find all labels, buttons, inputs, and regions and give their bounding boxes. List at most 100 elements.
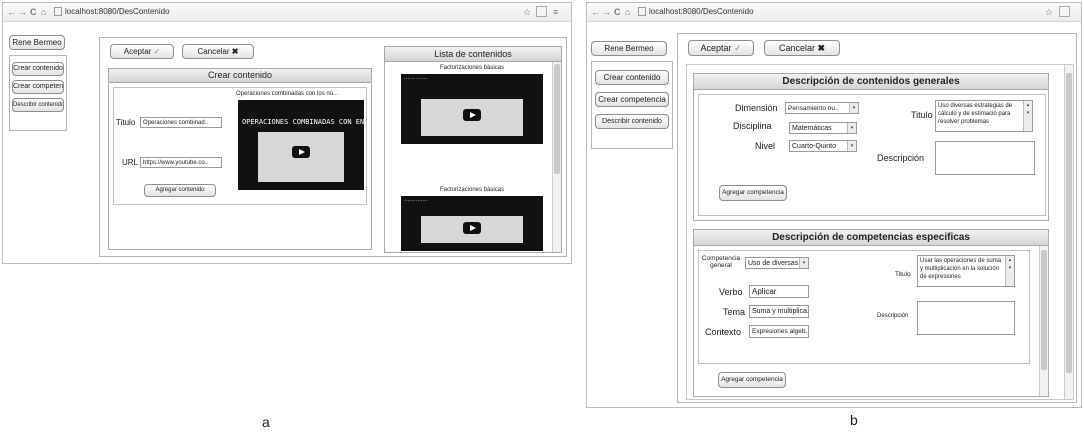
agregar-competencia-button[interactable]: Agregar competencia [719, 185, 787, 201]
disciplina-label: Disciplina [733, 121, 772, 131]
forward-icon[interactable]: → [602, 7, 611, 17]
contexto-field[interactable]: Expresiones algeb.. [749, 325, 809, 338]
video-caption: ·············· [404, 198, 428, 204]
titulo-label: Titulo [911, 110, 933, 120]
verbo-field[interactable]: Aplicar [749, 285, 809, 298]
forward-icon[interactable]: → [18, 7, 27, 17]
preview-title: Operaciones combinadas con los nú... [236, 91, 339, 97]
sidebar-item-crear-competencia[interactable]: Crear competencia [595, 92, 669, 107]
sidebar-item-crear-contenido[interactable]: Crear contenido [12, 62, 64, 76]
item-title: Factorizaciones básicas [439, 65, 505, 71]
titulo-label: Titulo [116, 118, 136, 127]
create-content-card: Crear contenido Titulo Operaciones combi… [108, 68, 372, 250]
nivel-select[interactable]: Cuarto-Quinto ▾ [789, 140, 857, 152]
sidebar-item-crear-contenido[interactable]: Crear contenido [595, 70, 669, 85]
browser-toolbar: ← → C ⌂ localhost:8080/DesContenido ☆ ≡ [3, 3, 571, 22]
extension-icon[interactable] [536, 6, 547, 17]
dimension-label: Dimensión [735, 103, 778, 113]
page-icon [54, 7, 62, 16]
cancel-button[interactable]: Cancelar ✖ [764, 40, 840, 56]
card-header: Crear contenido [109, 69, 371, 83]
bookmark-star-icon[interactable]: ☆ [1045, 7, 1053, 18]
titulo-field[interactable]: Operaciones combinad.. [140, 117, 222, 128]
reload-icon[interactable]: C [30, 7, 37, 17]
back-icon[interactable]: ← [7, 7, 16, 17]
competencies-scrollbar[interactable] [1039, 246, 1048, 396]
form-box: Titulo Operaciones combinad.. URL https:… [113, 87, 367, 205]
sidebar-item-crear-competencia[interactable]: Crear competencia [12, 80, 64, 94]
cancel-label: Cancelar [778, 43, 815, 53]
descripcion-field[interactable] [935, 141, 1035, 175]
video-thumbnail[interactable]: ·············· [401, 74, 543, 144]
user-button[interactable]: Rene Bermeo [591, 41, 667, 56]
sidebar: Crear contenido Crear competencia Descri… [591, 61, 673, 149]
cancel-button[interactable]: Cancelar ✖ [182, 44, 254, 59]
video-thumbnail[interactable]: ·············· [401, 196, 543, 251]
competencia-general-select[interactable]: Uso de diversas.. ▾ [745, 257, 809, 269]
content-list-scrollbar[interactable] [552, 62, 561, 252]
chevron-down-icon[interactable]: ▾ [849, 103, 858, 113]
url-field[interactable]: https://www.youtube.co.. [140, 157, 222, 168]
titulo-value: Uso diversas estrategias de cálculo y de… [938, 103, 1013, 125]
sidebar-item-describir-contenido[interactable]: Describir contenido [595, 114, 669, 129]
page-icon [638, 7, 646, 16]
scrollbar-thumb[interactable] [1066, 73, 1072, 373]
url-bar[interactable]: localhost:8080/DesContenido [649, 7, 754, 16]
browser-toolbar: ← → C ⌂ localhost:8080/DesContenido ☆ [587, 3, 1081, 22]
general-form-box: Dimensión Pensamiento nu.. ▾ Disciplina M… [698, 94, 1046, 216]
content-scrollbar[interactable] [1064, 65, 1073, 399]
accept-button[interactable]: Aceptar ✓ [688, 40, 754, 56]
descripcion-label: Descripción [877, 153, 925, 163]
competencia-general-label: Competencia general [701, 255, 741, 269]
titulo-textarea[interactable]: Uso diversas estrategias de cálculo y de… [935, 100, 1033, 132]
disciplina-value: Matemáticas [792, 125, 832, 132]
close-icon: ✖ [817, 43, 826, 53]
extension-icon[interactable] [1059, 6, 1070, 17]
content-list-card: Lista de contenidos Factorizaciones bási… [384, 46, 562, 253]
home-icon[interactable]: ⌂ [41, 7, 46, 17]
general-description-header: Descripción de contenidos generales [694, 74, 1048, 90]
specific-competencies-card: Descripción de competencias especificas … [693, 229, 1049, 397]
tema-field[interactable]: Suma y multiplica.. [749, 305, 809, 318]
sidebar: Crear contenido Crear competencia Descri… [9, 55, 67, 131]
menu-icon[interactable]: ≡ [553, 7, 558, 17]
home-icon[interactable]: ⌂ [625, 7, 630, 17]
descripcion-field[interactable] [917, 301, 1015, 335]
descripcion-label: Descripción [877, 313, 909, 319]
accept-button[interactable]: Aceptar ✓ [110, 44, 174, 59]
content-list-item-2[interactable]: Factorizaciones básicas ·············· [395, 187, 549, 251]
video-preview[interactable]: OPERACIONES COMBINADAS CON ENTEROS [238, 100, 364, 190]
disciplina-select[interactable]: Matemáticas ▾ [789, 122, 857, 134]
back-icon[interactable]: ← [591, 7, 600, 17]
textarea-scrollbar[interactable]: ▴ ▾ [1005, 256, 1014, 286]
user-button[interactable]: Rene Bermeo [9, 35, 65, 50]
play-icon[interactable] [463, 221, 481, 234]
nivel-label: Nivel [755, 141, 776, 151]
video-caption: ·············· [404, 76, 428, 82]
scrollbar-thumb[interactable] [1041, 250, 1047, 370]
cancel-label: Cancelar [197, 47, 230, 56]
main-area: Aceptar ✓ Cancelar ✖ Descripción de cont… [677, 33, 1077, 403]
reload-icon[interactable]: C [614, 7, 621, 17]
caption-b: b [850, 412, 858, 428]
chevron-down-icon[interactable]: ▾ [847, 123, 856, 133]
sidebar-item-describir-contenido[interactable]: Describir contenido [12, 98, 64, 112]
chevron-down-icon[interactable]: ▾ [799, 258, 808, 268]
main-area: Aceptar ✓ Cancelar ✖ Crear contenido Tit… [99, 37, 567, 257]
play-icon[interactable] [463, 108, 481, 121]
accept-label: Aceptar [700, 43, 732, 53]
dimension-select[interactable]: Pensamiento nu.. ▾ [785, 102, 859, 114]
agregar-contenido-button[interactable]: Agregar contenido [144, 184, 216, 197]
play-icon[interactable] [292, 146, 310, 159]
bookmark-star-icon[interactable]: ☆ [523, 7, 531, 18]
titulo-textarea[interactable]: Usar las operaciones de suma y multiplic… [917, 255, 1015, 287]
agregar-competencia-button[interactable]: Agregar competencia [718, 372, 786, 388]
chevron-down-icon[interactable]: ▾ [847, 141, 856, 151]
content-list-item-1[interactable]: Factorizaciones básicas ·············· [395, 65, 549, 145]
scrollbar-thumb[interactable] [554, 64, 560, 174]
item-title: Factorizaciones básicas [439, 187, 505, 193]
check-icon: ✓ [153, 47, 161, 56]
accept-label: Aceptar [123, 47, 152, 56]
textarea-scrollbar[interactable]: ▴ ▾ [1023, 101, 1032, 131]
url-bar[interactable]: localhost:8080/DesContenido [65, 7, 170, 16]
